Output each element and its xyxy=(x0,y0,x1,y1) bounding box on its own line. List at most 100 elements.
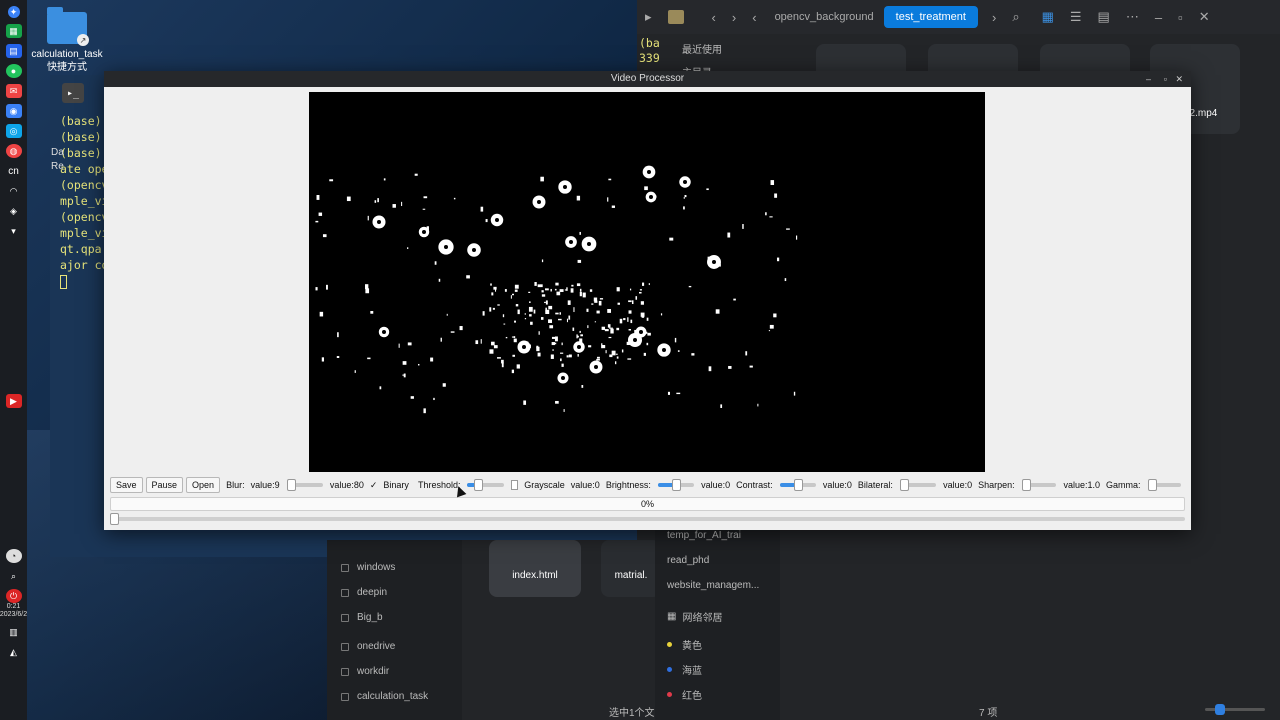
minimize-icon[interactable]: – xyxy=(1146,71,1151,87)
input-method-label[interactable]: cn xyxy=(6,164,22,178)
sidebar-item-calculation-task[interactable]: calculation_task xyxy=(341,691,428,702)
sidebar-item-big-b[interactable]: Big_b xyxy=(341,612,383,623)
save-button[interactable]: Save xyxy=(110,477,143,493)
file-index-html[interactable]: index.html xyxy=(489,540,581,597)
sidebar-item-network[interactable]: ▦ 网络邻居 xyxy=(667,609,722,624)
forward-icon[interactable]: › xyxy=(732,10,736,25)
menu-icon[interactable]: ⋯ xyxy=(1126,9,1139,25)
close-icon[interactable]: ✕ xyxy=(1175,71,1183,87)
chevron-down-icon[interactable]: ▾ xyxy=(6,224,22,238)
speck xyxy=(482,311,485,316)
slider-knob[interactable] xyxy=(286,479,296,491)
open-button[interactable]: Open xyxy=(186,477,221,493)
shield-icon[interactable]: ◈ xyxy=(6,204,22,218)
tag-red[interactable]: 红色 xyxy=(667,687,702,702)
speck xyxy=(579,288,582,292)
sidebar-item-onedrive[interactable]: onedrive xyxy=(341,641,395,652)
user-icon[interactable]: ◔ xyxy=(5,549,22,563)
grayscale-checkbox[interactable] xyxy=(510,480,519,490)
sidebar-item-temp[interactable]: temp_for_AI_trai xyxy=(667,530,741,541)
slider-knob[interactable] xyxy=(1021,479,1031,491)
blur-slider[interactable] xyxy=(286,479,323,491)
contrast-slider[interactable] xyxy=(779,479,816,491)
brightness-slider[interactable] xyxy=(657,479,695,491)
speck xyxy=(475,340,479,345)
pause-button[interactable]: Pause xyxy=(145,477,184,493)
launcher-icon[interactable]: ✦ xyxy=(7,6,20,18)
sharpen-slider[interactable] xyxy=(1021,479,1057,491)
search-icon[interactable]: ⌕ xyxy=(1012,9,1019,25)
speck xyxy=(608,178,612,181)
speck xyxy=(605,350,607,354)
chevron-left-icon[interactable]: ‹ xyxy=(752,10,756,25)
tag-blue[interactable]: 海蓝 xyxy=(667,662,702,677)
wifi-icon[interactable]: ◠ xyxy=(6,184,22,198)
sidebar-item-windows[interactable]: windows xyxy=(341,562,395,573)
app-icon-green[interactable]: ▦ xyxy=(5,24,22,38)
sidebar-item-read-phd[interactable]: read_phd xyxy=(667,555,709,566)
weibo-icon[interactable]: ◍ xyxy=(5,144,22,158)
speck xyxy=(579,231,581,235)
close-icon[interactable]: ✕ xyxy=(1199,9,1210,25)
maximize-icon[interactable]: ▫ xyxy=(1178,10,1183,25)
speck-hole xyxy=(639,330,643,334)
file-matrial[interactable]: matrial. xyxy=(601,540,661,597)
minimize-icon[interactable]: – xyxy=(1155,10,1162,25)
sidebar-item-deepin[interactable]: deepin xyxy=(341,587,387,598)
gamma-slider[interactable] xyxy=(1147,479,1181,491)
slider-knob[interactable] xyxy=(793,479,803,491)
app-icon-blue[interactable]: ▤ xyxy=(5,44,22,58)
wechat-icon[interactable]: ● xyxy=(5,64,22,78)
list-view-icon[interactable]: ☰ xyxy=(1070,9,1082,25)
tag-label: 海蓝 xyxy=(682,666,702,677)
icon-view-icon[interactable]: ▦ xyxy=(1042,9,1054,25)
tag-yellow[interactable]: 黄色 xyxy=(667,637,702,652)
trash-icon[interactable]: ▥ xyxy=(6,625,22,639)
speck xyxy=(770,180,775,185)
speck xyxy=(582,292,586,298)
chevron-right-icon[interactable]: › xyxy=(992,10,996,25)
speck xyxy=(365,284,369,290)
speck xyxy=(617,302,620,305)
threshold-slider[interactable] xyxy=(467,479,504,491)
binary-checkbox[interactable]: ✓ xyxy=(370,480,378,490)
video-frame xyxy=(309,92,985,472)
blur-value: value:9 xyxy=(250,480,280,490)
sidebar-item-website[interactable]: website_managem... xyxy=(667,580,759,591)
maximize-icon[interactable]: ▫ xyxy=(1164,71,1167,87)
zoom-slider[interactable] xyxy=(1205,704,1265,715)
speck xyxy=(426,226,429,231)
search-icon[interactable]: ⌕ xyxy=(6,569,22,583)
browser-icon[interactable]: ◎ xyxy=(5,124,22,138)
speck xyxy=(707,256,711,261)
speck xyxy=(392,204,396,208)
sidebar-item-recent[interactable]: 最近使用 xyxy=(682,41,722,56)
slider-knob[interactable] xyxy=(671,479,681,491)
sidebar-item-workdir[interactable]: workdir xyxy=(341,666,389,677)
seek-slider[interactable] xyxy=(110,513,1185,525)
terminal-app-icon[interactable]: ▸ xyxy=(645,9,652,25)
slider-knob[interactable] xyxy=(474,479,484,491)
power-icon[interactable]: ⏻ xyxy=(5,589,22,603)
breadcrumb-opencv-background[interactable]: opencv_background xyxy=(765,7,884,27)
mail-icon[interactable]: ✉ xyxy=(5,84,22,98)
speck xyxy=(610,328,614,334)
record-icon[interactable]: ▶ xyxy=(5,394,22,408)
bell-icon[interactable]: ◭ xyxy=(6,645,22,659)
terminal-icon[interactable]: ▸_ xyxy=(62,83,84,103)
video-processor-window[interactable]: Video Processor – ▫ ✕ Save Pause Open Bl… xyxy=(104,71,1191,530)
slider-knob[interactable] xyxy=(1147,479,1157,491)
seek-slider-knob[interactable] xyxy=(110,513,119,525)
desktop-shortcut[interactable]: ↗ calculation_task 快捷方式 xyxy=(30,7,104,74)
chat-icon[interactable]: ◉ xyxy=(5,104,22,118)
back-icon[interactable]: ‹ xyxy=(712,10,716,25)
breadcrumb-test-treatment[interactable]: test_treatment xyxy=(883,6,978,28)
zoom-slider-knob[interactable] xyxy=(1215,704,1225,715)
detail-view-icon[interactable]: ▤ xyxy=(1098,9,1110,25)
speck xyxy=(545,300,548,305)
speck xyxy=(533,309,536,314)
slider-knob[interactable] xyxy=(899,479,909,491)
bilateral-slider[interactable] xyxy=(899,479,937,491)
speck xyxy=(757,403,759,407)
speck xyxy=(561,363,564,367)
